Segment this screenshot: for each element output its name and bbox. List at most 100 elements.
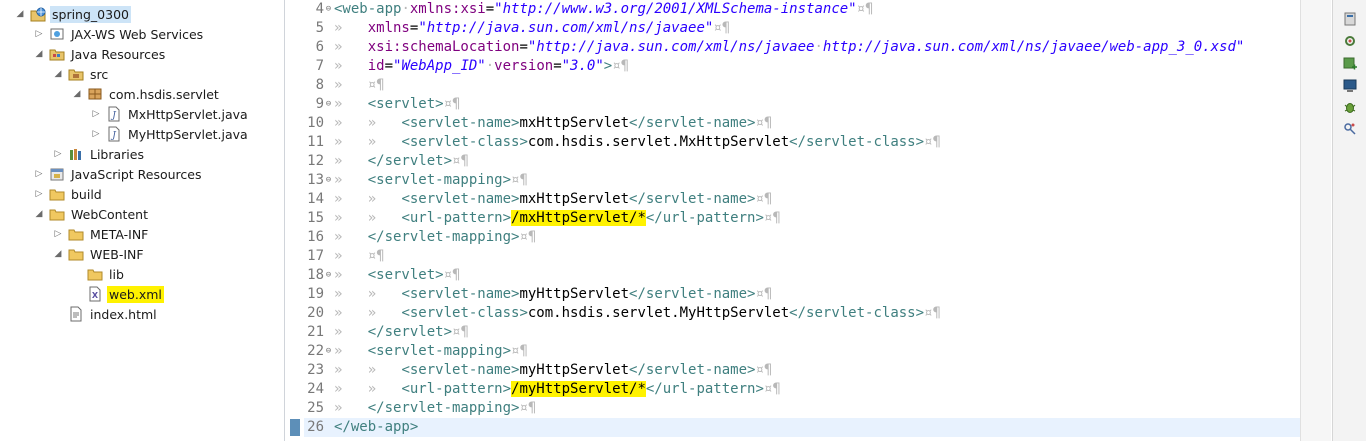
tree-item[interactable]: Xweb.xml [71,284,164,304]
code-content: » xsi:schemaLocation="http://java.sun.co… [334,38,1244,57]
code-line[interactable]: 14 » » <servlet-name>mxHttpServlet</servl… [304,190,1300,209]
code-line[interactable]: 8 » ¤¶ [304,76,1300,95]
expand-arrow-icon[interactable]: ◢ [33,204,45,224]
code-line[interactable]: 21 » </servlet>¤¶ [304,323,1300,342]
collapse-arrow-icon[interactable]: ▷ [52,224,64,244]
fold-toggle-icon[interactable]: ⊖ [324,347,333,356]
bug-icon[interactable] [1341,98,1359,116]
code-line[interactable]: 9 ⊖» <servlet>¤¶ [304,95,1300,114]
tree-item[interactable]: ▷ JavaScript Resources [33,164,203,184]
new-server-icon[interactable] [1341,54,1359,72]
code-line[interactable]: 4 ⊖ <web-app·xmlns:xsi="http://www.w3.org/… [304,0,1300,19]
token-ws: ¤¶ [856,1,874,17]
code-line[interactable]: 17 » ¤¶ [304,247,1300,266]
tree-item-label: spring_0300 [50,5,131,23]
collapse-arrow-icon[interactable]: ▷ [52,144,64,164]
token-txt: myHttpServlet [519,362,630,378]
server-icon[interactable] [1341,10,1359,28]
expand-arrow-icon[interactable]: ◢ [71,84,83,104]
java-file-icon: J [106,106,122,122]
tree-item[interactable]: ▷ J MxHttpServlet.java [90,104,250,124]
web-project-icon [30,6,46,22]
code-line[interactable]: 26 </web-app> [304,418,1300,437]
fold-toggle-icon[interactable]: ⊖ [324,5,333,14]
indent-marker: » [334,153,368,169]
xml-file-icon: X [87,286,103,302]
tree-item[interactable]: ◢ spring_0300 [14,4,131,24]
code-line[interactable]: 12 » </servlet>¤¶ [304,152,1300,171]
tree-item[interactable]: index.html [52,304,159,324]
expand-arrow-icon[interactable]: ◢ [33,44,45,64]
code-line[interactable]: 18 ⊖» <servlet>¤¶ [304,266,1300,285]
tree-item[interactable]: lib [71,264,126,284]
tree-item[interactable]: ◢ com.hsdis.servlet [71,84,221,104]
tree-item-label: WebContent [71,206,148,222]
fold-toggle-icon[interactable]: ⊖ [324,100,333,109]
code-line[interactable]: 20 » » <servlet-class>com.hsdis.servlet.M… [304,304,1300,323]
overview-ruler[interactable] [1300,0,1331,441]
expand-arrow-icon[interactable]: ◢ [52,244,64,264]
tree-item[interactable]: ◢ WebContent [33,204,150,224]
token-attr: xmlns [367,20,410,36]
expand-arrow-icon[interactable]: ◢ [52,64,64,84]
xml-editor[interactable]: 4 ⊖ <web-app·xmlns:xsi="http://www.w3.org/… [304,0,1300,441]
token-ws: ¤¶ [763,381,781,397]
token-ws: ¤¶ [443,267,461,283]
collapse-arrow-icon[interactable]: ▷ [90,104,102,124]
code-content: » xmlns="http://java.sun.com/xml/ns/java… [334,19,730,38]
indent-marker: » [334,172,368,188]
token-tag: </servlet-mapping> [367,400,520,416]
token-tag: <servlet-name> [401,115,520,131]
tree-item[interactable]: ◢ Java Resources [33,44,167,64]
line-number: 21 [307,324,324,340]
token-txt: myHttpServlet [519,286,630,302]
html-file-icon [68,306,84,322]
tree-item[interactable]: ◢ WEB-INF [52,244,146,264]
code-line[interactable]: 5 » xmlns="http://java.sun.com/xml/ns/jav… [304,19,1300,38]
token-val: "http://www.w3.org/2001/XMLSchema-instan… [494,1,857,17]
tree-item[interactable]: ▷ build [33,184,104,204]
code-content: » » <url-pattern>/mxHttpServlet/*</url-p… [334,209,781,228]
fold-toggle-icon[interactable]: ⊖ [324,176,333,185]
code-line[interactable]: 16 » </servlet-mapping>¤¶ [304,228,1300,247]
indent-marker: » [367,381,402,397]
tree-item[interactable]: ▷ META-INF [52,224,150,244]
code-line[interactable]: 7» id="WebApp_ID"·version="3.0">¤¶ [304,57,1300,76]
collapse-arrow-icon[interactable]: ▷ [33,24,45,44]
code-line[interactable]: 10 » » <servlet-name>mxHttpServlet</servl… [304,114,1300,133]
token-ws: ¤¶ [367,248,385,264]
token-mark: /mxHttpServlet/* [511,210,646,226]
fold-toggle-icon[interactable]: ⊖ [324,271,333,280]
code-line[interactable]: 11 » » <servlet-class>com.hsdis.servlet.M… [304,133,1300,152]
tree-item[interactable]: ▷ JAX-WS Web Services [33,24,205,44]
collapse-arrow-icon[interactable]: ▷ [90,124,102,144]
code-line[interactable]: 22 ⊖» <servlet-mapping>¤¶ [304,342,1300,361]
code-line[interactable]: 15 » » <url-pattern>/mxHttpServlet/*</url… [304,209,1300,228]
profile-icon[interactable] [1341,120,1359,138]
indent-marker: » [334,267,368,283]
collapse-arrow-icon[interactable]: ▷ [33,164,45,184]
token-attr: xmlns:xsi [409,1,486,17]
token-ws: ¤¶ [452,324,469,340]
indent-marker: » [334,58,368,74]
code-line[interactable]: 19 » » <servlet-name>myHttpServlet</servl… [304,285,1300,304]
code-line[interactable]: 23 » » <servlet-name>myHttpServlet</servl… [304,361,1300,380]
collapse-arrow-icon[interactable]: ▷ [33,184,45,204]
token-ws: ¤¶ [763,210,781,226]
tree-item[interactable]: ▷ J MyHttpServlet.java [90,124,250,144]
console-icon[interactable] [1341,76,1359,94]
expand-arrow-icon[interactable]: ◢ [14,4,26,24]
code-line[interactable]: 24 » » <url-pattern>/myHttpServlet/*</url… [304,380,1300,399]
arrow-spacer [71,284,83,304]
code-line[interactable]: 13 ⊖» <servlet-mapping>¤¶ [304,171,1300,190]
indent-marker: » [367,210,402,226]
code-line[interactable]: 6 » xsi:schemaLocation="http://java.sun.c… [304,38,1300,57]
code-line[interactable]: 25 » </servlet-mapping>¤¶ [304,399,1300,418]
tree-item[interactable]: ▷ Libraries [52,144,146,164]
token-tag: <web-app [334,1,402,17]
tree-item[interactable]: ◢ src [52,64,110,84]
token-tag: <servlet-name> [401,191,520,207]
token-tag: </servlet-name> [629,286,756,302]
debug-gear-icon[interactable] [1341,32,1359,50]
token-val: "3.0" [561,58,604,74]
